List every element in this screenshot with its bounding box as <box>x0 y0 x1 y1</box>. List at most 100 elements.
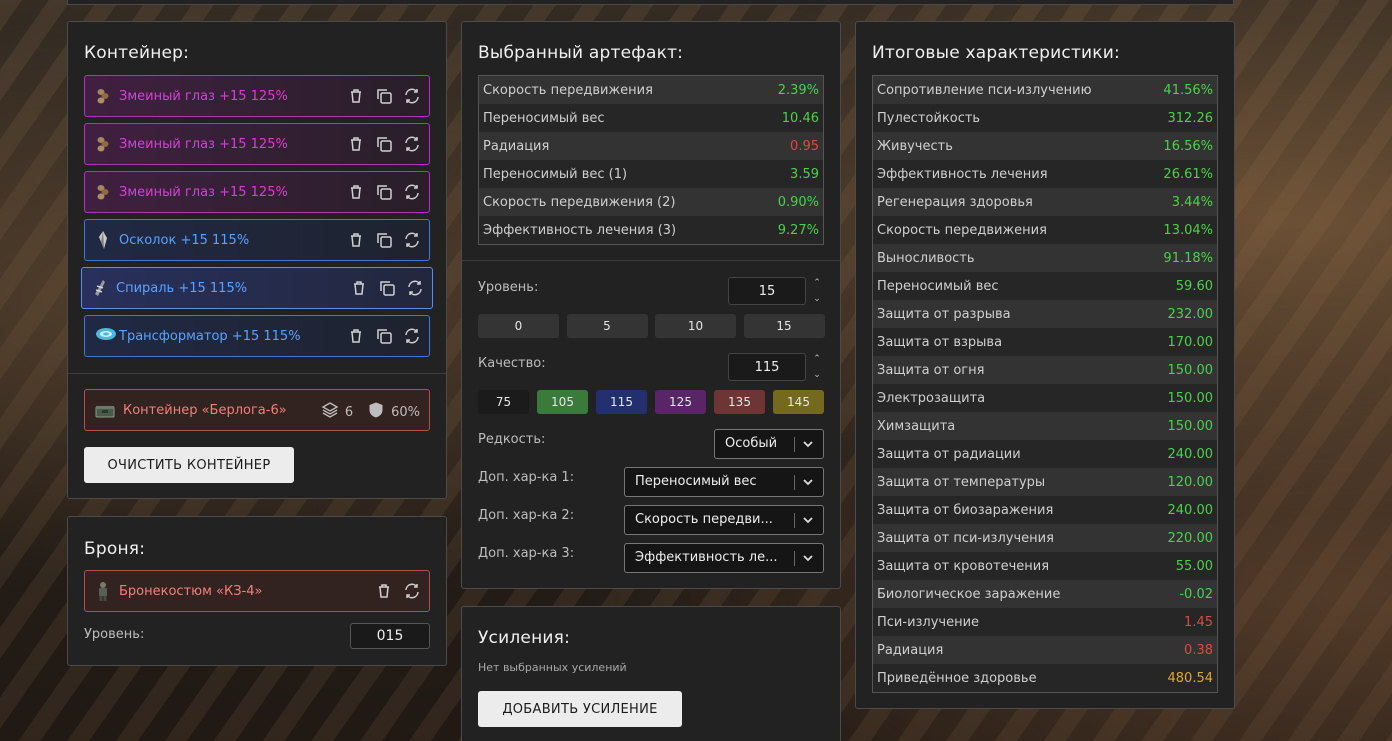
stat-name: Защита от радиации <box>877 446 1021 462</box>
stat-value: 91.18% <box>1163 250 1213 266</box>
trash-icon[interactable] <box>347 135 365 153</box>
stat-row: Скорость передвижения (2) 0.90% <box>479 188 823 216</box>
spin-up-icon[interactable]: ⌃ <box>813 353 821 365</box>
copy-icon[interactable] <box>375 135 393 153</box>
container-item[interactable]: Контейнер «Берлога-6» 6 60% <box>84 389 430 431</box>
stat-name: Защита от температуры <box>877 474 1046 490</box>
copy-icon[interactable] <box>375 327 393 345</box>
artifact-row[interactable]: Змеиный глаз +15 125% <box>84 171 430 213</box>
stat-name: Переносимый вес <box>483 110 605 126</box>
stat-name: Регенерация здоровья <box>877 194 1033 210</box>
stat-value: 232.00 <box>1167 306 1214 322</box>
spin-down-icon[interactable]: ⌄ <box>813 369 821 381</box>
stat-name: Радиация <box>483 138 550 154</box>
stat-row: Приведённое здоровье 480.54 <box>873 664 1217 692</box>
armor-item[interactable]: Бронекостюм «КЗ-4» <box>84 570 430 612</box>
stat-value: 3.44% <box>1171 194 1213 210</box>
stat-value: 2.39% <box>777 82 819 98</box>
container-protection-value: 60% <box>391 404 420 420</box>
trash-icon[interactable] <box>347 87 365 105</box>
trash-icon[interactable] <box>347 183 365 201</box>
quality-spinner[interactable]: ⌃ ⌄ <box>811 353 823 381</box>
level-preset-button[interactable]: 0 <box>478 314 559 338</box>
quality-preset-button[interactable]: 75 <box>478 390 529 414</box>
quality-input[interactable]: 115 <box>728 353 806 381</box>
copy-icon[interactable] <box>375 231 393 249</box>
quality-preset-button[interactable]: 125 <box>655 390 706 414</box>
spin-up-icon[interactable]: ⌃ <box>813 277 821 289</box>
copy-icon[interactable] <box>378 279 396 297</box>
artifact-row[interactable]: Змеиный глаз +15 125% <box>84 75 430 117</box>
swap-icon[interactable] <box>403 231 421 249</box>
quality-preset-button[interactable]: 145 <box>773 390 824 414</box>
spin-down-icon[interactable]: ⌄ <box>813 293 821 305</box>
stat-value: 26.61% <box>1163 166 1213 182</box>
snake-eye-artifact-icon <box>95 182 111 202</box>
boosts-panel: Усиления: Нет выбранных усилений ДОБАВИТ… <box>461 606 841 741</box>
armor-item-label: Бронекостюм «КЗ-4» <box>119 583 263 599</box>
trash-icon[interactable] <box>347 327 365 345</box>
level-preset-button[interactable]: 10 <box>655 314 736 338</box>
stat-name: Эффективность лечения <box>877 166 1048 182</box>
level-input[interactable]: 15 <box>728 277 806 305</box>
copy-icon[interactable] <box>375 87 393 105</box>
copy-icon[interactable] <box>375 183 393 201</box>
layers-icon <box>321 401 339 423</box>
stat-name: Электрозащита <box>877 390 986 406</box>
armor-level-input[interactable]: 015 <box>350 623 430 649</box>
summary-title: Итоговые характеристики: <box>872 43 1120 63</box>
artifact-row-label: Змеиный глаз +15 125% <box>119 88 288 104</box>
stat-value: 9.27% <box>777 222 819 238</box>
level-spinner[interactable]: ⌃ ⌄ <box>811 277 823 305</box>
quality-preset-button[interactable]: 135 <box>714 390 765 414</box>
stat-row: Защита от пси-излучения 220.00 <box>873 524 1217 552</box>
stat-row: Защита от взрыва 170.00 <box>873 328 1217 356</box>
artifact-row[interactable]: Трансформатор +15 115% <box>84 315 430 357</box>
stat-row: Переносимый вес 59.60 <box>873 272 1217 300</box>
level-label: Уровень: <box>478 280 539 295</box>
artifact-row[interactable]: Спираль +15 115% <box>81 267 433 309</box>
stat-value: 240.00 <box>1167 502 1214 518</box>
swap-icon[interactable] <box>403 87 421 105</box>
stat-name: Скорость передвижения <box>483 82 653 98</box>
quality-label: Качество: <box>478 356 546 371</box>
stat-row: Защита от кровотечения 55.00 <box>873 552 1217 580</box>
quality-preset-button[interactable]: 115 <box>596 390 647 414</box>
level-preset-button[interactable]: 5 <box>566 314 648 338</box>
stat-row: Защита от биозаражения 240.00 <box>873 496 1217 524</box>
rarity-select[interactable]: Особый <box>714 429 824 459</box>
stat-value: 312.26 <box>1167 110 1214 126</box>
trash-icon[interactable] <box>375 582 393 600</box>
extra3-select[interactable]: Эффективность ле... <box>624 543 824 573</box>
swap-icon[interactable] <box>403 135 421 153</box>
container-slots-value: 6 <box>344 404 354 420</box>
extra2-select[interactable]: Скорость передви... <box>624 505 824 535</box>
swap-icon[interactable] <box>403 183 421 201</box>
swap-icon[interactable] <box>403 327 421 345</box>
transformer-artifact-icon <box>95 326 116 346</box>
stat-row: Эффективность лечения 26.61% <box>873 160 1217 188</box>
stat-value: 3.59 <box>790 166 819 182</box>
add-boost-button[interactable]: ДОБАВИТЬ УСИЛЕНИЕ <box>478 691 682 727</box>
spiral-artifact-icon <box>92 278 108 298</box>
stat-value: 0.90% <box>777 194 819 210</box>
artifact-row[interactable]: Осколок +15 115% <box>84 219 430 261</box>
swap-icon[interactable] <box>406 279 424 297</box>
summary-panel: Итоговые характеристики: Сопротивление п… <box>855 21 1235 709</box>
artifact-row[interactable]: Змеиный глаз +15 125% <box>84 123 430 165</box>
chevron-down-icon <box>801 430 815 458</box>
extra1-select[interactable]: Переносимый вес <box>624 467 824 497</box>
level-preset-button[interactable]: 15 <box>743 314 825 338</box>
trash-icon[interactable] <box>350 279 368 297</box>
divider <box>462 260 840 261</box>
stat-name: Защита от биозаражения <box>877 502 1054 518</box>
stat-name: Эффективность лечения (3) <box>483 222 677 238</box>
trash-icon[interactable] <box>347 231 365 249</box>
extra1-select-value: Переносимый вес <box>635 474 757 489</box>
quality-preset-button[interactable]: 105 <box>537 390 588 414</box>
swap-icon[interactable] <box>403 582 421 600</box>
stat-name: Пулестойкость <box>877 110 981 126</box>
clear-container-button[interactable]: ОЧИСТИТЬ КОНТЕЙНЕР <box>84 447 294 483</box>
stat-value: 59.60 <box>1175 278 1213 294</box>
stat-name: Биологическое заражение <box>877 586 1061 602</box>
